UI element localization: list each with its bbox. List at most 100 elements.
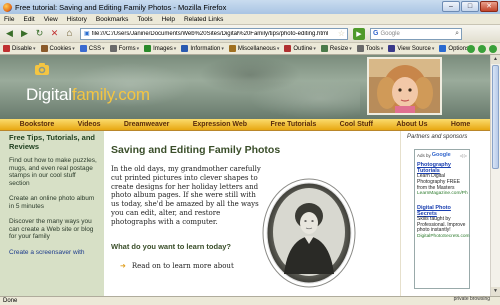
validation-indicators (467, 45, 497, 53)
validation-js-icon[interactable] (489, 45, 497, 53)
logo-accent-text: family.com (71, 85, 150, 104)
right-sidebar: Partners and sponsors Ads by Google ◁ ▷ … (400, 131, 490, 296)
site-header: Digitalfamily.com (0, 55, 490, 119)
bullet-item[interactable]: ➜ Read on to learn more about (120, 262, 234, 270)
menu-view[interactable]: View (44, 16, 58, 23)
validation-ok-icon[interactable] (467, 45, 475, 53)
scroll-up-icon[interactable]: ▲ (491, 55, 500, 64)
intro-paragraph: In the old days, my grandmother carefull… (111, 165, 261, 226)
dev-tool-disable[interactable]: Disable ▾ (3, 45, 36, 52)
vertical-scrollbar[interactable]: ▲ ▼ (490, 55, 500, 296)
ad-item[interactable]: Photography Tutorials Learn Digital Phot… (417, 162, 468, 197)
search-box[interactable]: G Google ⌕ (370, 27, 462, 40)
dev-tool-outline[interactable]: Outline ▾ (284, 45, 316, 52)
tools-icon (356, 45, 364, 52)
outline-icon (284, 45, 292, 52)
menu-related-links[interactable]: Related Links (184, 16, 223, 23)
nav-expression-web[interactable]: Expression Web (193, 121, 247, 128)
information-icon (181, 45, 189, 52)
validation-css-icon[interactable] (478, 45, 486, 53)
ad-url[interactable]: DigitalPhotoSecrets.com (417, 234, 470, 240)
url-text: file:///C:/Users/Janine/Documents/Web%20… (91, 30, 329, 37)
main-content: Saving and Editing Family Photos In the … (104, 131, 400, 296)
menu-bar: File Edit View History Bookmarks Tools H… (0, 14, 500, 25)
stop-button[interactable]: ✕ (48, 27, 61, 40)
google-logo: Google (431, 152, 451, 158)
forms-icon (109, 45, 117, 52)
page-viewport: Digitalfamily.com Bookstore Videos Dream… (0, 55, 490, 296)
reload-button[interactable]: ↻ (33, 27, 46, 40)
left-sidebar: Free Tips, Tutorials, and Reviews Find o… (0, 131, 104, 296)
menu-edit[interactable]: Edit (23, 16, 34, 23)
menu-history[interactable]: History (67, 16, 87, 23)
site-logo[interactable]: Digitalfamily.com (26, 85, 150, 105)
options-icon (439, 45, 447, 52)
window-titlebar: Free tutorial: Saving and Editing Family… (0, 0, 500, 14)
navigation-toolbar: ◀ ▶ ↻ ✕ ⌂ ▣ file:///C:/Users/Janine/Docu… (0, 25, 500, 42)
header-child-photo (367, 57, 442, 115)
menu-bookmarks[interactable]: Bookmarks (96, 16, 129, 23)
nav-bookstore[interactable]: Bookstore (20, 121, 55, 128)
logo-main-text: Digital (26, 85, 72, 104)
sponsor-label: Partners and sponsors (407, 134, 468, 140)
view-source-icon (388, 45, 396, 52)
close-button[interactable]: ✕ (480, 1, 498, 12)
dev-tool-view-source[interactable]: View Source ▾ (388, 45, 434, 52)
scroll-thumb[interactable] (492, 65, 499, 169)
grandmother-oval-photo (262, 178, 356, 288)
dev-tool-tools[interactable]: Tools ▾ (356, 45, 383, 52)
cookie-icon (40, 45, 48, 52)
camera-logo-icon[interactable] (34, 61, 50, 76)
google-ad-box: Ads by Google ◁ ▷ Photography Tutorials … (414, 149, 470, 289)
forward-button[interactable]: ▶ (18, 27, 31, 40)
dev-tool-cookies[interactable]: Cookies ▾ (40, 45, 75, 52)
nav-about-us[interactable]: About Us (396, 121, 427, 128)
ad-url[interactable]: LearnMagazine.com/Ph (417, 191, 468, 197)
ad-nav-arrows-icon[interactable]: ◁ ▷ (460, 153, 467, 158)
nav-dreamweaver[interactable]: Dreamweaver (124, 121, 170, 128)
search-engine-icon[interactable]: G (373, 30, 378, 37)
search-input[interactable]: Google (380, 31, 455, 37)
sidebar-link-screensaver[interactable]: Create a screensaver with (9, 249, 98, 257)
ad-description: Skills taught by Professional. Improve p… (417, 215, 466, 234)
sidebar-link-photo-album[interactable]: Create an online photo album in 5 minute… (9, 195, 98, 210)
window-title: Free tutorial: Saving and Editing Family… (15, 2, 227, 12)
dev-tool-resize[interactable]: Resize ▾ (320, 45, 352, 52)
ads-by-google[interactable]: Ads by Google ◁ ▷ (417, 152, 467, 158)
back-button[interactable]: ◀ (3, 27, 16, 40)
ads-by-label: Ads by (417, 152, 431, 158)
dev-tool-images[interactable]: Images ▾ (144, 45, 176, 52)
menu-tools[interactable]: Tools (137, 16, 152, 23)
resize-icon (320, 45, 328, 52)
dev-tool-css[interactable]: CSS ▾ (79, 45, 105, 52)
url-bar[interactable]: ▣ file:///C:/Users/Janine/Documents/Web%… (80, 27, 348, 40)
menu-file[interactable]: File (4, 16, 14, 23)
nav-home[interactable]: Home (451, 121, 470, 128)
css-icon (79, 45, 87, 52)
nav-free-tutorials[interactable]: Free Tutorials (270, 121, 316, 128)
firefox-icon (3, 2, 12, 12)
sidebar-heading: Free Tips, Tutorials, and Reviews (9, 133, 95, 151)
dev-tool-forms[interactable]: Forms ▾ (109, 45, 139, 52)
home-button[interactable]: ⌂ (63, 27, 76, 40)
child-portrait-image (369, 59, 440, 113)
search-icon[interactable]: ⌕ (455, 30, 461, 38)
sidebar-link-cool-stuff[interactable]: Find out how to make puzzles, mugs, and … (9, 157, 98, 187)
page-icon: ▣ (84, 31, 90, 37)
ad-description: Learn Digital Photography FREE from the … (417, 173, 461, 191)
menu-help[interactable]: Help (162, 16, 175, 23)
maximize-button[interactable]: □ (461, 1, 479, 12)
dev-tool-information[interactable]: Information ▾ (181, 45, 224, 52)
go-button[interactable]: ▶ (353, 27, 365, 40)
page-title: Saving and Editing Family Photos (111, 144, 281, 156)
ad-item[interactable]: Digital Photo Secrets Skills taught by P… (417, 205, 470, 240)
nav-videos[interactable]: Videos (78, 121, 101, 128)
scroll-down-icon[interactable]: ▼ (491, 287, 500, 296)
nav-cool-stuff[interactable]: Cool Stuff (340, 121, 373, 128)
bookmark-star-icon[interactable]: ☆ (338, 29, 347, 38)
bullet-arrow-icon: ➜ (120, 263, 126, 270)
images-icon (144, 45, 152, 52)
dev-tool-miscellaneous[interactable]: Miscellaneous ▾ (228, 45, 279, 52)
sidebar-link-web-site[interactable]: Discover the many ways you can create a … (9, 218, 98, 241)
minimize-button[interactable]: – (442, 1, 460, 12)
